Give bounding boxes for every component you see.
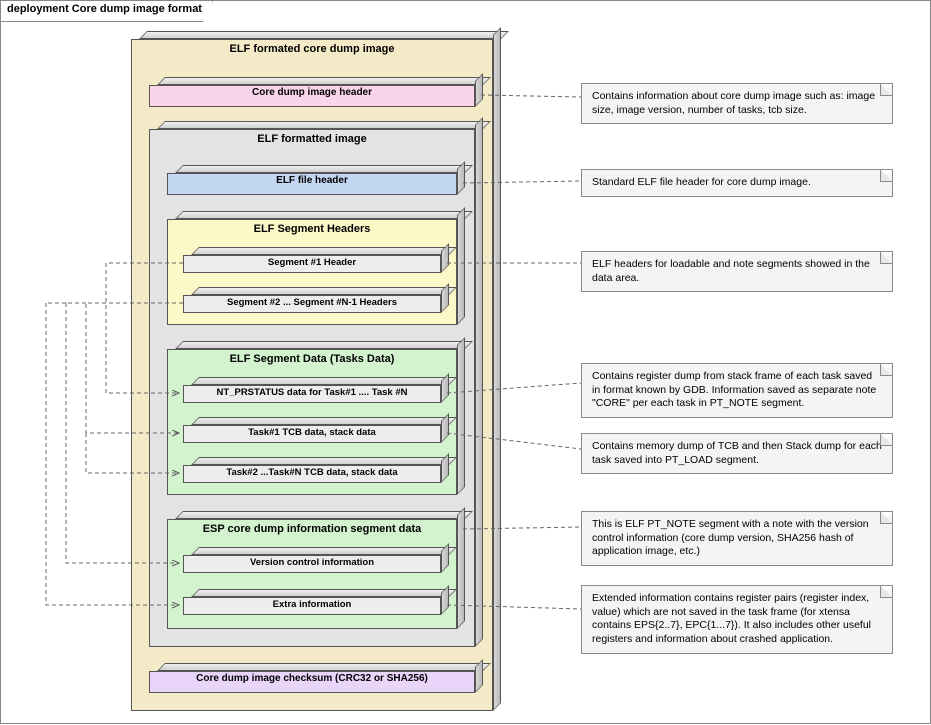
task1-data: Task#1 TCB data, stack data xyxy=(183,417,449,443)
header-box-title: Core dump image header xyxy=(149,85,475,98)
seg-header-rest-label: Segment #2 ... Segment #N-1 Headers xyxy=(183,295,441,308)
frame-title: deployment Core dump image format xyxy=(1,1,213,22)
diagram-canvas: deployment Core dump image format ELF fo… xyxy=(0,0,931,724)
outer-box-title: ELF formated core dump image xyxy=(131,39,493,55)
note-elf-header: Standard ELF file header for core dump i… xyxy=(581,169,893,197)
nt-prstatus-label: NT_PRSTATUS data for Task#1 .... Task #N xyxy=(183,385,441,398)
extra-info: Extra information xyxy=(183,589,449,615)
seg-headers-title: ELF Segment Headers xyxy=(167,219,457,235)
esp-info-title: ESP core dump information segment data xyxy=(167,519,457,535)
seg-header-1-label: Segment #1 Header xyxy=(183,255,441,268)
version-control-info-label: Version control information xyxy=(183,555,441,568)
task1-data-label: Task#1 TCB data, stack data xyxy=(183,425,441,438)
note-vcinfo: This is ELF PT_NOTE segment with a note … xyxy=(581,511,893,566)
checksum-box-title: Core dump image checksum (CRC32 or SHA25… xyxy=(149,671,475,684)
note-seg-headers: ELF headers for loadable and note segmen… xyxy=(581,251,893,292)
nt-prstatus: NT_PRSTATUS data for Task#1 .... Task #N xyxy=(183,377,449,403)
seg-header-rest: Segment #2 ... Segment #N-1 Headers xyxy=(183,287,449,313)
taskn-data-label: Task#2 ...Task#N TCB data, stack data xyxy=(183,465,441,478)
checksum-box: Core dump image checksum (CRC32 or SHA25… xyxy=(149,663,483,693)
version-control-info: Version control information xyxy=(183,547,449,573)
note-extra: Extended information contains register p… xyxy=(581,585,893,654)
elf-file-header: ELF file header xyxy=(167,165,465,195)
note-header: Contains information about core dump ima… xyxy=(581,83,893,124)
taskn-data: Task#2 ...Task#N TCB data, stack data xyxy=(183,457,449,483)
elf-image-title: ELF formatted image xyxy=(149,129,475,145)
header-box: Core dump image header xyxy=(149,77,483,107)
seg-data-title: ELF Segment Data (Tasks Data) xyxy=(167,349,457,365)
note-prstatus: Contains register dump from stack frame … xyxy=(581,363,893,418)
elf-file-header-title: ELF file header xyxy=(167,173,457,186)
extra-info-label: Extra information xyxy=(183,597,441,610)
seg-header-1: Segment #1 Header xyxy=(183,247,449,273)
note-tcb: Contains memory dump of TCB and then Sta… xyxy=(581,433,893,474)
